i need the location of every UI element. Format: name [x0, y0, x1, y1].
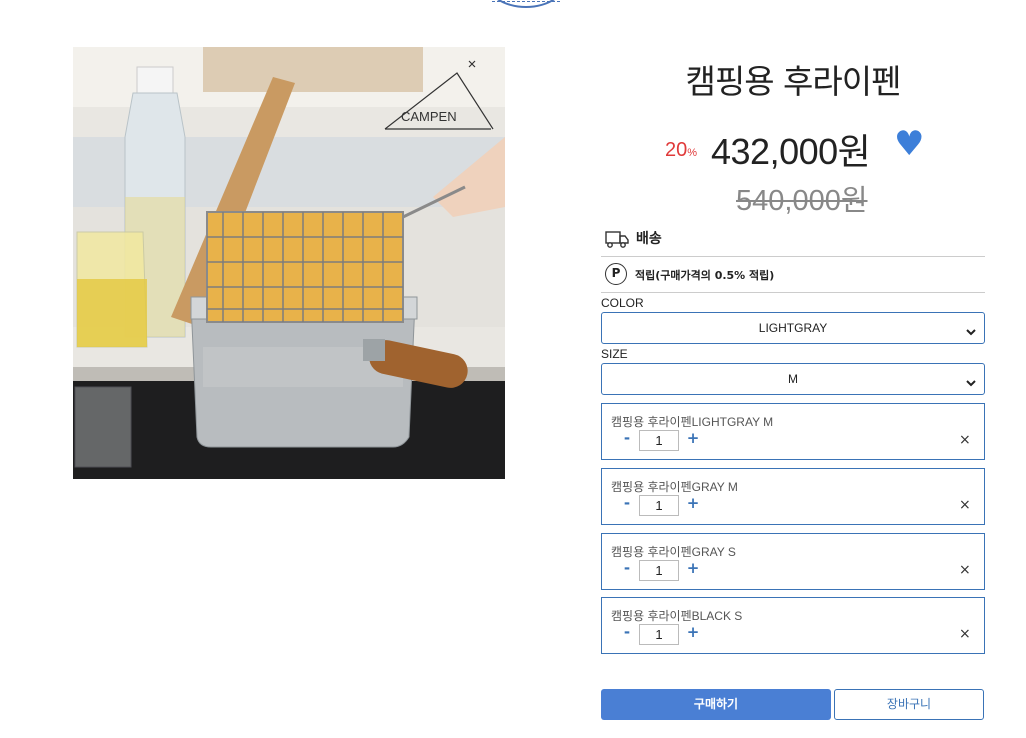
- qty-input[interactable]: 1: [639, 430, 679, 451]
- qty-increase-button[interactable]: +: [685, 494, 701, 512]
- cart-item: 캠핑용 후라이펜LIGHTGRAY M - 1 + ×: [601, 403, 985, 460]
- site-logo[interactable]: [484, 0, 568, 8]
- original-price: 540,000원: [736, 185, 868, 217]
- buy-button[interactable]: 구매하기: [601, 689, 831, 720]
- price-row: 20% 432,000원 ♥: [601, 125, 985, 172]
- point-label: 적립(구매가격의 0.5% 적립): [635, 269, 775, 282]
- qty-increase-button[interactable]: +: [685, 429, 701, 447]
- close-icon[interactable]: ×: [959, 498, 971, 512]
- size-select-value: M: [788, 372, 798, 386]
- svg-text:CAMPEN: CAMPEN: [401, 109, 457, 124]
- product-page: CAMPEN 캠핑용 후라이펜 20% 432,000원 ♥ 540,000원 …: [0, 0, 1026, 738]
- color-label: COLOR: [601, 296, 644, 310]
- close-icon[interactable]: ×: [959, 627, 971, 641]
- shipping-row: 배송: [601, 221, 985, 257]
- cart-item: 캠핑용 후라이펜GRAY M - 1 + ×: [601, 468, 985, 525]
- cart-item-name: 캠핑용 후라이펜BLACK S: [611, 609, 743, 623]
- chevron-down-icon: [966, 322, 976, 336]
- truck-icon: [605, 229, 629, 253]
- qty-input[interactable]: 1: [639, 560, 679, 581]
- heart-icon[interactable]: ♥: [894, 127, 924, 161]
- qty-decrease-button[interactable]: -: [619, 559, 635, 577]
- size-label: SIZE: [601, 347, 628, 361]
- qty-decrease-button[interactable]: -: [619, 494, 635, 512]
- chevron-down-icon: [966, 373, 976, 387]
- qty-increase-button[interactable]: +: [685, 559, 701, 577]
- point-row: P 적립(구매가격의 0.5% 적립): [601, 257, 985, 293]
- qty-decrease-button[interactable]: -: [619, 429, 635, 447]
- discount-rate: 20%: [665, 139, 698, 161]
- qty-input[interactable]: 1: [639, 624, 679, 645]
- qty-input[interactable]: 1: [639, 495, 679, 516]
- point-icon: P: [605, 263, 627, 285]
- shipping-label: 배송: [636, 231, 662, 247]
- close-icon[interactable]: ×: [959, 563, 971, 577]
- qty-increase-button[interactable]: +: [685, 623, 701, 641]
- add-to-cart-button[interactable]: 장바구니: [834, 689, 984, 720]
- product-image: CAMPEN: [73, 47, 505, 479]
- cart-item-name: 캠핑용 후라이펜LIGHTGRAY M: [611, 415, 774, 429]
- size-select[interactable]: M: [601, 363, 985, 395]
- cart-item-name: 캠핑용 후라이펜GRAY S: [611, 545, 736, 559]
- cart-item-name: 캠핑용 후라이펜GRAY M: [611, 480, 738, 494]
- qty-decrease-button[interactable]: -: [619, 623, 635, 641]
- sale-price: 432,000원: [711, 131, 871, 172]
- color-select[interactable]: LIGHTGRAY: [601, 312, 985, 344]
- color-select-value: LIGHTGRAY: [758, 321, 828, 335]
- close-icon[interactable]: ×: [959, 433, 971, 447]
- product-title: 캠핑용 후라이펜: [685, 62, 901, 101]
- cart-item: 캠핑용 후라이펜BLACK S - 1 + ×: [601, 597, 985, 654]
- cart-item: 캠핑용 후라이펜GRAY S - 1 + ×: [601, 533, 985, 590]
